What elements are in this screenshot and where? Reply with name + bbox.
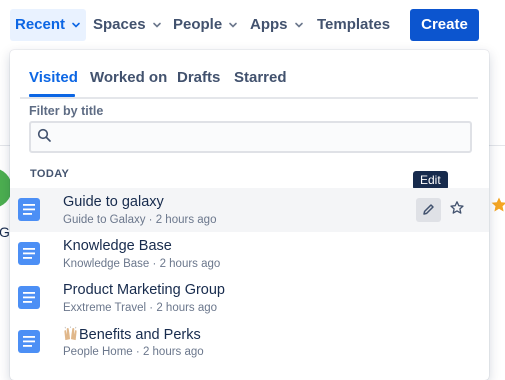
page-icon (18, 242, 40, 265)
item-subtitle: Guide to Galaxy · 2 hours ago (63, 214, 216, 226)
top-navigation: Recent Spaces People Apps Templates Crea… (0, 0, 505, 50)
nav-recent-label: Recent (15, 16, 66, 33)
tab-worked-on[interactable]: Worked on (90, 69, 167, 86)
tabs-divider (20, 97, 478, 99)
star-icon[interactable] (490, 196, 505, 214)
page-icon (18, 286, 40, 309)
item-time: 2 hours ago (142, 346, 204, 358)
nav-templates[interactable]: Templates (317, 9, 390, 41)
chevron-down-icon (72, 22, 81, 28)
filter-field[interactable] (29, 121, 472, 153)
item-subtitle: Knowledge Base · 2 hours ago (63, 258, 220, 270)
item-time: 2 hours ago (155, 214, 217, 226)
separator: · (135, 346, 140, 358)
item-title-wrapper: Benefits and Perks (63, 326, 201, 343)
list-item[interactable]: Knowledge Base Knowledge Base · 2 hours … (10, 232, 489, 276)
item-title: Knowledge Base (63, 238, 172, 254)
chevron-down-icon (152, 22, 161, 28)
star-icon[interactable] (449, 200, 465, 216)
page-icon (18, 330, 40, 353)
nav-recent[interactable]: Recent (10, 9, 87, 41)
filter-label: Filter by title (29, 104, 104, 118)
nav-templates-label: Templates (317, 16, 391, 33)
item-title: Product Marketing Group (63, 282, 225, 298)
item-time: 2 hours ago (159, 258, 221, 270)
edit-button[interactable] (416, 198, 441, 222)
tab-drafts[interactable]: Drafts (177, 69, 220, 86)
item-space: Knowledge Base (63, 258, 150, 270)
active-tab-indicator (29, 94, 75, 97)
item-space: People Home (63, 346, 133, 358)
item-space: Exxtreme Travel (63, 302, 147, 314)
nav-apps-label: Apps (250, 16, 288, 33)
item-subtitle: People Home · 2 hours ago (63, 346, 204, 358)
search-icon (37, 128, 51, 142)
item-space: Guide to Galaxy (63, 214, 146, 226)
nav-apps[interactable]: Apps (250, 9, 304, 41)
nav-spaces-label: Spaces (93, 16, 146, 33)
nav-spaces[interactable]: Spaces (93, 9, 162, 41)
section-heading-today: TODAY (30, 168, 70, 180)
item-title: Guide to galaxy (63, 194, 164, 210)
raising-hands-emoji (64, 326, 77, 341)
pencil-icon (423, 204, 434, 215)
chevron-down-icon (294, 22, 303, 28)
filter-input[interactable] (57, 126, 461, 148)
item-subtitle: Exxtreme Travel · 2 hours ago (63, 302, 217, 314)
page-icon (18, 198, 40, 221)
nav-people-label: People (173, 16, 223, 33)
tab-starred[interactable]: Starred (234, 69, 287, 86)
separator: · (148, 214, 153, 226)
nav-people[interactable]: People (173, 9, 238, 41)
recent-dropdown: Visited Worked on Drafts Starred Filter … (10, 50, 489, 380)
tab-visited[interactable]: Visited (29, 69, 78, 86)
separator: · (152, 258, 157, 270)
separator: · (149, 302, 154, 314)
list-item[interactable]: Guide to galaxy Guide to Galaxy · 2 hour… (10, 188, 489, 232)
list-item[interactable]: Benefits and Perks People Home · 2 hours… (10, 320, 489, 364)
chevron-down-icon (229, 22, 238, 28)
item-title: Benefits and Perks (79, 327, 201, 343)
item-time: 2 hours ago (156, 302, 218, 314)
create-button[interactable]: Create (410, 9, 479, 41)
list-item[interactable]: Product Marketing Group Exxtreme Travel … (10, 276, 489, 320)
